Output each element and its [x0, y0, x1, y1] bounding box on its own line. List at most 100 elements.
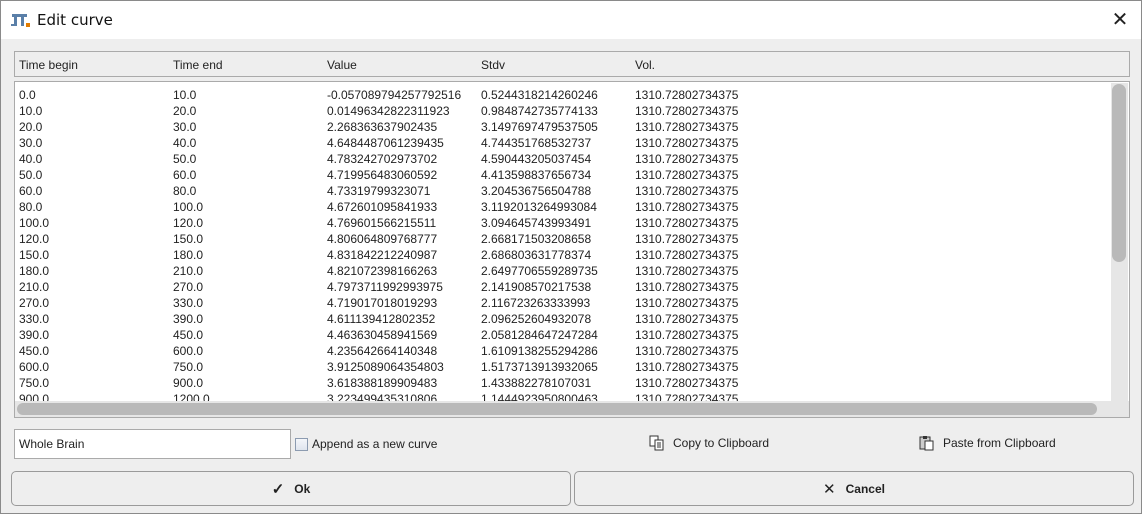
table-cell: 20.0: [19, 120, 43, 134]
table-cell: 4.831842212240987: [327, 248, 438, 262]
column-header[interactable]: Stdv: [481, 58, 505, 72]
column-header[interactable]: Time end: [173, 58, 223, 72]
paste-from-clipboard-button[interactable]: Paste from Clipboard: [919, 435, 1056, 451]
column-header[interactable]: Vol.: [635, 58, 655, 72]
horizontal-scroll-thumb[interactable]: [17, 403, 1097, 415]
checkbox-box[interactable]: [295, 437, 308, 451]
table-cell: 1310.72802734375: [635, 360, 739, 374]
table-cell: 1310.72802734375: [635, 200, 739, 214]
window-title: Edit curve: [37, 11, 113, 29]
table-cell: 20.0: [173, 104, 197, 118]
table-row[interactable]: 40.0 50.0 4.783242702973702 4.5904432050374…: [15, 151, 1110, 167]
table-cell: 4.6484487061239435: [327, 136, 444, 150]
table-row[interactable]: 120.0 150.0 4.806064809768777 2.66817150320…: [15, 231, 1110, 247]
horizontal-scrollbar[interactable]: [15, 401, 1129, 417]
table-cell: 50.0: [173, 152, 197, 166]
table-row[interactable]: 150.0 180.0 4.831842212240987 2.68680363177…: [15, 247, 1110, 263]
append-checkbox[interactable]: Append as a new curve: [295, 437, 437, 451]
copy-to-clipboard-button[interactable]: Copy to Clipboard: [649, 435, 769, 451]
table-cell: 0.01496342822311923: [327, 104, 450, 118]
table-cell: 2.096252604932078: [481, 312, 592, 326]
table-row[interactable]: 450.0 600.0 4.235642664140348 1.61091382552…: [15, 343, 1110, 359]
table-cell: 600.0: [19, 360, 50, 374]
table-row[interactable]: 30.0 40.0 4.6484487061239435 4.744351768532…: [15, 135, 1110, 151]
table-cell: 4.590443205037454: [481, 152, 592, 166]
table-cell: 1310.72802734375: [635, 88, 739, 102]
table-cell: 100.0: [173, 200, 204, 214]
append-label: Append as a new curve: [312, 437, 438, 451]
table-row[interactable]: 390.0 450.0 4.463630458941569 2.05812846472…: [15, 327, 1110, 343]
table-cell: 2.686803631778374: [481, 248, 592, 262]
table-cell: 4.73319799323071: [327, 184, 431, 198]
table-row[interactable]: 50.0 60.0 4.719956483060592 4.4135988376567…: [15, 167, 1110, 183]
table-cell: 1310.72802734375: [635, 216, 739, 230]
table-cell: 40.0: [173, 136, 197, 150]
table-cell: 80.0: [19, 200, 43, 214]
table-row[interactable]: 210.0 270.0 4.7973711992993975 2.1419085702…: [15, 279, 1110, 295]
table-cell: 4.413598837656734: [481, 168, 592, 182]
table-cell: 40.0: [19, 152, 43, 166]
table-cell: 600.0: [173, 344, 204, 358]
table-cell: 3.618388189909483: [327, 376, 438, 390]
table-cell: 4.821072398166263: [327, 264, 438, 278]
table-cell: 1310.72802734375: [635, 152, 739, 166]
table-cell: -0.057089794257792516: [327, 88, 462, 102]
table-cell: 450.0: [19, 344, 50, 358]
table-cell: 4.611139412802352: [327, 312, 436, 326]
table-cell: 1.433882278107031: [481, 376, 592, 390]
curve-name-input[interactable]: [14, 429, 291, 459]
curve-table[interactable]: 900.0 1200.0 3.223499435310806 1.1444923950…: [14, 81, 1130, 418]
table-cell: 3.1192013264993084: [481, 200, 597, 214]
table-cell: 10.0: [19, 104, 43, 118]
table-cell: 3.204536756504788: [481, 184, 592, 198]
table-cell: 2.116723263333993: [481, 296, 591, 310]
vertical-scroll-thumb[interactable]: [1112, 84, 1126, 262]
table-cell: 1310.72802734375: [635, 232, 739, 246]
table-cell: 150.0: [173, 232, 204, 246]
table-cell: 0.9848742735774133: [481, 104, 598, 118]
table-cell: 2.0581284647247284: [481, 328, 598, 342]
table-cell: 4.672601095841933: [327, 200, 438, 214]
table-cell: 60.0: [173, 168, 197, 182]
table-cell: 2.668171503208658: [481, 232, 592, 246]
table-cell: 1310.72802734375: [635, 168, 739, 182]
table-row[interactable]: 80.0 100.0 4.672601095841933 3.119201326499…: [15, 199, 1110, 215]
table-cell: 30.0: [173, 120, 197, 134]
table-row[interactable]: 330.0 390.0 4.611139412802352 2.09625260493…: [15, 311, 1110, 327]
table-cell: 180.0: [173, 248, 204, 262]
copy-icon: [649, 435, 664, 451]
ok-button[interactable]: ✓ Ok: [11, 471, 571, 506]
table-row[interactable]: 20.0 30.0 2.268363637902435 3.1497697479537…: [15, 119, 1110, 135]
column-header[interactable]: Time begin: [19, 58, 78, 72]
table-row[interactable]: 100.0 120.0 4.769601566215511 3.09464574399…: [15, 215, 1110, 231]
table-header: Time begin Time end Value Stdv Vol.: [14, 51, 1130, 77]
table-cell: 270.0: [19, 296, 50, 310]
table-cell: 750.0: [19, 376, 50, 390]
table-row[interactable]: 600.0 750.0 3.9125089064354803 1.5173713913…: [15, 359, 1110, 375]
table-cell: 2.6497706559289735: [481, 264, 598, 278]
table-row[interactable]: 180.0 210.0 4.821072398166263 2.64977065592…: [15, 263, 1110, 279]
table-row[interactable]: 270.0 330.0 4.719017018019293 2.11672326333…: [15, 295, 1110, 311]
title-bar: Edit curve ✕: [1, 1, 1141, 39]
table-row[interactable]: 0.0 10.0 -0.057089794257792516 0.5244318214…: [15, 87, 1110, 103]
table-cell: 100.0: [19, 216, 50, 230]
table-cell: 150.0: [19, 248, 50, 262]
close-icon[interactable]: ✕: [1105, 5, 1135, 35]
table-cell: 1310.72802734375: [635, 264, 739, 278]
table-cell: 4.783242702973702: [327, 152, 438, 166]
table-cell: 390.0: [173, 312, 204, 326]
table-cell: 4.7973711992993975: [327, 280, 443, 294]
column-header[interactable]: Value: [327, 58, 357, 72]
table-cell: 210.0: [173, 264, 204, 278]
cancel-button[interactable]: ✕ Cancel: [574, 471, 1134, 506]
table-row[interactable]: 750.0 900.0 3.618388189909483 1.43388227810…: [15, 375, 1110, 391]
table-cell: 4.719017018019293: [327, 296, 438, 310]
table-cell: 330.0: [19, 312, 50, 326]
table-cell: 450.0: [173, 328, 204, 342]
table-cell: 4.769601566215511: [327, 216, 437, 230]
table-cell: 4.719956483060592: [327, 168, 438, 182]
table-row[interactable]: 60.0 80.0 4.73319799323071 3.20453675650478…: [15, 183, 1110, 199]
table-row[interactable]: 10.0 20.0 0.01496342822311923 0.98487427357…: [15, 103, 1110, 119]
table-cell: 1310.72802734375: [635, 312, 739, 326]
vertical-scrollbar[interactable]: [1111, 83, 1128, 401]
